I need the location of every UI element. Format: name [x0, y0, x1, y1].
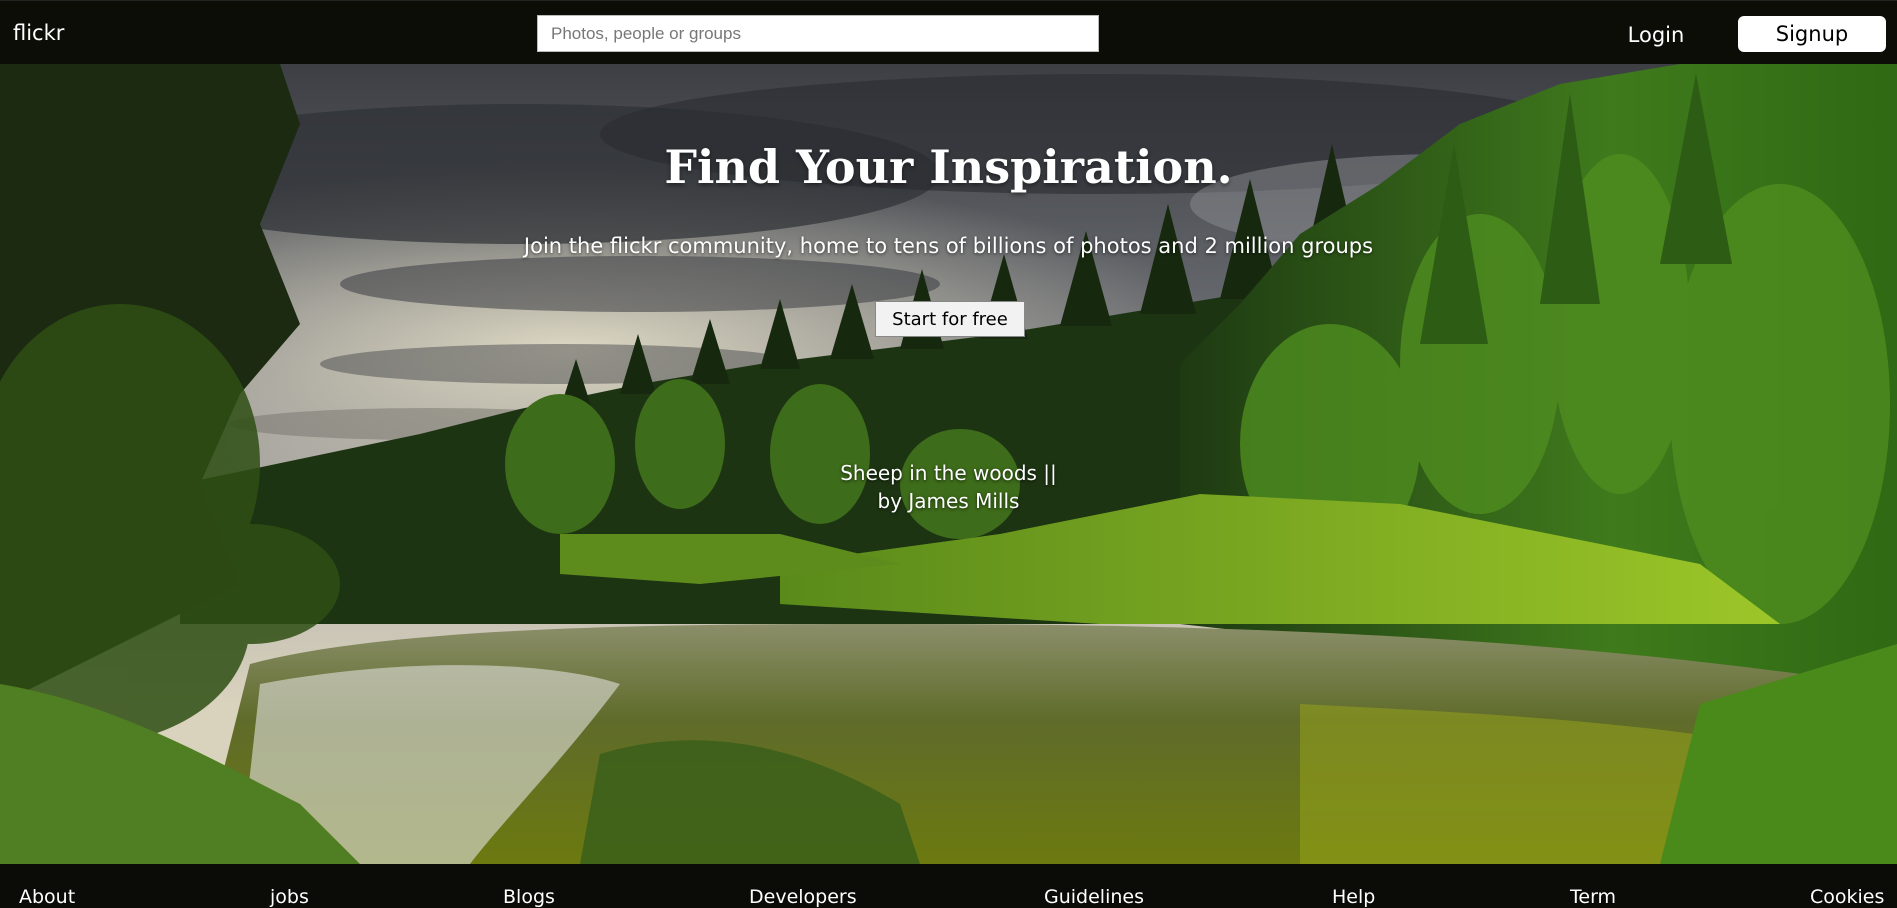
hero-section: Find Your Inspiration. Join the flickr c…	[0, 64, 1897, 864]
footer-link-cookies[interactable]: Cookies	[1810, 886, 1884, 908]
signup-button[interactable]: Signup	[1738, 16, 1886, 52]
top-navigation-bar: flickr Login Signup	[0, 0, 1897, 64]
footer: About jobs Blogs Developers Guidelines H…	[0, 864, 1897, 908]
footer-link-help[interactable]: Help	[1332, 886, 1375, 908]
search-input[interactable]	[537, 15, 1099, 52]
footer-link-developers[interactable]: Developers	[749, 886, 857, 908]
footer-link-about[interactable]: About	[19, 886, 75, 908]
hero-subheadline: Join the flickr community, home to tens …	[523, 234, 1374, 258]
hero-headline: Find Your Inspiration.	[664, 140, 1233, 194]
footer-link-blogs[interactable]: Blogs	[503, 886, 555, 908]
photo-title: Sheep in the woods ||	[840, 461, 1057, 485]
footer-link-jobs[interactable]: jobs	[270, 886, 309, 908]
login-button[interactable]: Login	[1600, 19, 1712, 51]
photo-author: by James Mills	[877, 489, 1020, 513]
footer-link-guidelines[interactable]: Guidelines	[1044, 886, 1144, 908]
footer-link-term[interactable]: Term	[1570, 886, 1616, 908]
brand-logo[interactable]: flickr	[13, 21, 64, 45]
photo-credit[interactable]: Sheep in the woods || by James Mills	[0, 459, 1897, 515]
start-for-free-button[interactable]: Start for free	[875, 301, 1025, 337]
